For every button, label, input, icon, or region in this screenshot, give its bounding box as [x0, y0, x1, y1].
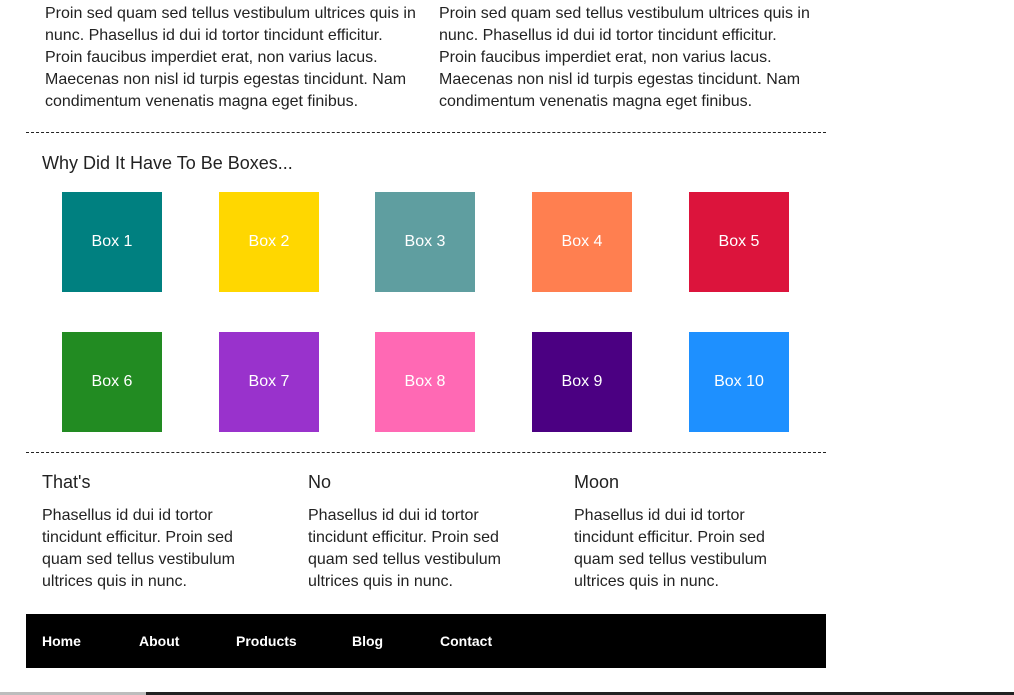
feature-title: No [308, 472, 332, 492]
box-label: Box 4 [561, 233, 603, 250]
box-label: Box 2 [248, 233, 290, 250]
feature-text: Phasellus id dui id tortor tincidunt eff… [574, 507, 767, 590]
box-8: Box 8 [375, 332, 475, 432]
nav-link-blog[interactable]: Blog [352, 614, 383, 668]
nav-link-home[interactable]: Home [42, 614, 81, 668]
nav-link-contact[interactable]: Contact [440, 614, 492, 668]
nav-link-products[interactable]: Products [236, 614, 297, 668]
boxes-section: Why Did It Have To Be Boxes... Box 1 Box… [26, 133, 826, 452]
main-content: Proin sed quam sed tellus vestibulum ult… [26, 0, 826, 614]
box-4: Box 4 [532, 192, 632, 292]
box-label: Box 8 [404, 373, 446, 390]
feature-text: Phasellus id dui id tortor tincidunt eff… [42, 507, 235, 590]
box-label: Box 3 [404, 233, 446, 250]
box-label: Box 5 [718, 233, 760, 250]
feature-row: That's Phasellus id dui id tortor tincid… [26, 453, 826, 614]
box-label: Box 7 [248, 373, 290, 390]
feature-title: Moon [574, 472, 620, 492]
box-label: Box 10 [714, 373, 764, 390]
box-2: Box 2 [219, 192, 319, 292]
box-6: Box 6 [62, 332, 162, 432]
top-paragraphs: Proin sed quam sed tellus vestibulum ult… [26, 0, 826, 132]
box-label: Box 1 [91, 233, 133, 250]
feature-column-3: Moon Phasellus id dui id tortor tincidun… [574, 471, 784, 593]
box-10: Box 10 [689, 332, 789, 432]
boxes-heading: Why Did It Have To Be Boxes... [42, 153, 293, 173]
top-paragraph-left: Proin sed quam sed tellus vestibulum ult… [45, 5, 416, 110]
box-label: Box 9 [561, 373, 603, 390]
box-1: Box 1 [62, 192, 162, 292]
feature-column-1: That's Phasellus id dui id tortor tincid… [42, 471, 252, 593]
box-3: Box 3 [375, 192, 475, 292]
feature-column-2: No Phasellus id dui id tortor tincidunt … [308, 471, 518, 593]
page: Proin sed quam sed tellus vestibulum ult… [0, 0, 1014, 695]
box-9: Box 9 [532, 332, 632, 432]
nav-link-about[interactable]: About [139, 614, 179, 668]
box-5: Box 5 [689, 192, 789, 292]
box-7: Box 7 [219, 332, 319, 432]
feature-title: That's [42, 472, 91, 492]
feature-text: Phasellus id dui id tortor tincidunt eff… [308, 507, 501, 590]
footer-nav: Home About Products Blog Contact [26, 614, 826, 668]
top-paragraph-right: Proin sed quam sed tellus vestibulum ult… [439, 5, 810, 110]
box-label: Box 6 [91, 373, 133, 390]
